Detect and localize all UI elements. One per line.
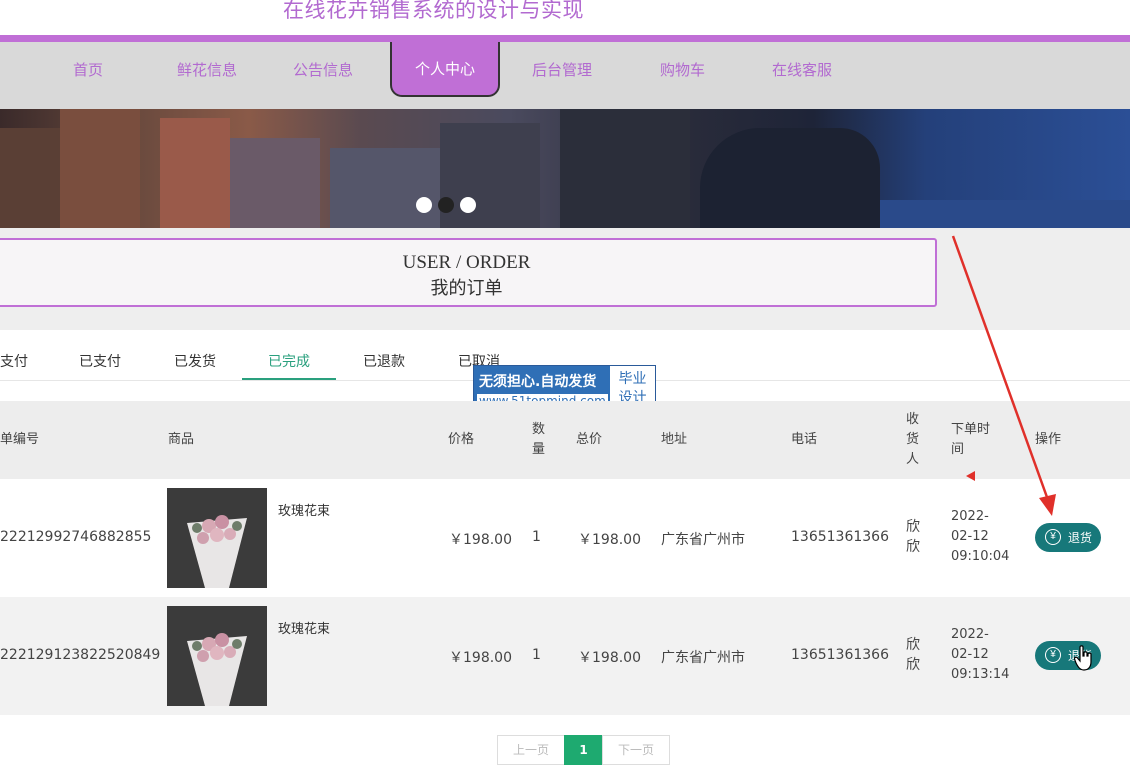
carousel-dot-2[interactable] — [438, 197, 454, 213]
nav-item-support[interactable]: 在线客服 — [772, 59, 832, 80]
banner-building — [60, 109, 140, 228]
yen-icon: ¥ — [1045, 647, 1061, 663]
header-time-line1: 下单时 — [951, 422, 991, 437]
header-time-line2: 间 — [951, 442, 965, 457]
yen-icon: ¥ — [1045, 529, 1061, 545]
banner-building — [160, 118, 230, 228]
receiver-char-2: 欣 — [906, 657, 920, 673]
order-time-line2: 02-12 — [951, 647, 989, 662]
header-order-no: 单编号 — [0, 432, 40, 447]
phone: 13651361366 — [791, 647, 889, 663]
header-phone: 电话 — [791, 432, 818, 447]
tab-completed[interactable]: 已完成 — [268, 351, 310, 371]
product-thumbnail[interactable] — [167, 488, 267, 588]
order-time-line1: 2022- — [951, 627, 989, 642]
product-thumbnail[interactable] — [167, 606, 267, 706]
banner-cliff — [700, 128, 880, 228]
pagination-page-1[interactable]: 1 — [564, 735, 603, 765]
order-no: 22212992746882855 — [0, 529, 152, 545]
banner-cliff — [560, 109, 690, 228]
banner-building — [440, 123, 540, 228]
header-time: 下单时 间 — [951, 420, 990, 460]
watermark-slogan: 无须担心.自动发货 — [479, 374, 597, 390]
section-title-en: USER / ORDER — [402, 252, 531, 273]
main-nav: 首页 鲜花信息 公告信息 个人中心 后台管理 购物车 在线客服 — [0, 42, 1130, 109]
product-name[interactable]: 玫瑰花束 — [278, 500, 330, 519]
product-name[interactable]: 玫瑰花束 — [278, 618, 330, 637]
order-no: 222129123822520849 — [0, 647, 161, 663]
receiver-char-2: 欣 — [906, 539, 920, 555]
order-time-line3: 09:10:04 — [951, 549, 1010, 564]
quantity: 1 — [532, 529, 541, 545]
section-title-cn: 我的订单 — [430, 278, 503, 299]
refund-button-label: 退货 — [1068, 531, 1093, 545]
banner-building — [330, 148, 440, 228]
banner-building — [230, 138, 320, 228]
receiver-char-1: 欣 — [906, 519, 920, 535]
order-title-box: USER / ORDER 我的订单 — [0, 238, 937, 307]
hand-cursor-icon — [1074, 645, 1092, 671]
tab-shipped[interactable]: 已发货 — [174, 351, 216, 371]
receiver: 欣 欣 — [906, 635, 922, 675]
header-receiver-line1: 收 — [906, 412, 920, 427]
total-price: ￥198.00 — [578, 532, 641, 548]
nav-item-home[interactable]: 首页 — [73, 59, 103, 80]
tab-paid[interactable]: 已支付 — [79, 351, 121, 371]
banner-sea — [880, 200, 1130, 228]
banner-building — [0, 128, 60, 228]
section-header-band: USER / ORDER 我的订单 — [0, 228, 1130, 330]
receiver: 欣 欣 — [906, 517, 922, 557]
carousel-dot-3[interactable] — [460, 197, 476, 213]
pagination-prev[interactable]: 上一页 — [497, 735, 565, 765]
header-qty: 数 量 — [532, 420, 545, 460]
nav-item-cart[interactable]: 购物车 — [660, 59, 705, 80]
address: 广东省广州市 — [661, 532, 745, 548]
order-time: 2022- 02-12 09:10:04 — [951, 507, 1011, 567]
header-qty-line1: 数 — [532, 422, 546, 437]
order-time-line2: 02-12 — [951, 529, 989, 544]
nav-item-admin[interactable]: 后台管理 — [532, 59, 592, 80]
phone: 13651361366 — [791, 529, 889, 545]
total-price: ￥198.00 — [578, 650, 641, 666]
header-product: 商品 — [168, 432, 195, 447]
pagination-next[interactable]: 下一页 — [602, 735, 670, 765]
header-receiver-line3: 人 — [906, 452, 920, 467]
watermark-badge-top: 毕业 — [618, 371, 647, 387]
header-receiver-line2: 货 — [906, 432, 920, 447]
address: 广东省广州市 — [661, 650, 745, 666]
price: ￥198.00 — [449, 532, 512, 548]
order-time-line3: 09:13:14 — [951, 667, 1010, 682]
carousel-dot-1[interactable] — [416, 197, 432, 213]
tab-unpaid[interactable]: 支付 — [0, 351, 28, 371]
quantity: 1 — [532, 647, 541, 663]
top-divider — [0, 35, 1130, 42]
refund-button[interactable]: ¥ 退货 — [1035, 523, 1101, 552]
header-receiver: 收 货 人 — [906, 410, 919, 470]
header-qty-line2: 量 — [532, 442, 546, 457]
site-title: 在线花卉销售系统的设计与实现 — [283, 0, 584, 22]
nav-item-personal-center[interactable]: 个人中心 — [390, 42, 500, 97]
header-price: 价格 — [448, 432, 475, 447]
header-action: 操作 — [1035, 432, 1062, 447]
table-header: 单编号 商品 价格 数 量 总价 地址 电话 收 货 人 下单时 间 操作 — [0, 401, 1130, 479]
nav-item-flowers[interactable]: 鲜花信息 — [177, 59, 237, 80]
receiver-char-1: 欣 — [906, 637, 920, 653]
table-row: 222129123822520849 玫瑰花束 ￥198.00 1 ￥198.0… — [0, 597, 1130, 715]
order-time-line1: 2022- — [951, 509, 989, 524]
active-tab-indicator — [242, 378, 336, 380]
nav-item-notices[interactable]: 公告信息 — [293, 59, 353, 80]
price: ￥198.00 — [449, 650, 512, 666]
table-row: 22212992746882855 玫瑰花束 ￥198.00 1 ￥198.00… — [0, 479, 1130, 597]
header-total: 总价 — [576, 432, 603, 447]
banner-carousel — [0, 109, 1130, 228]
header-address: 地址 — [661, 432, 688, 447]
tab-refunded[interactable]: 已退款 — [363, 351, 405, 371]
order-time: 2022- 02-12 09:13:14 — [951, 625, 1011, 685]
